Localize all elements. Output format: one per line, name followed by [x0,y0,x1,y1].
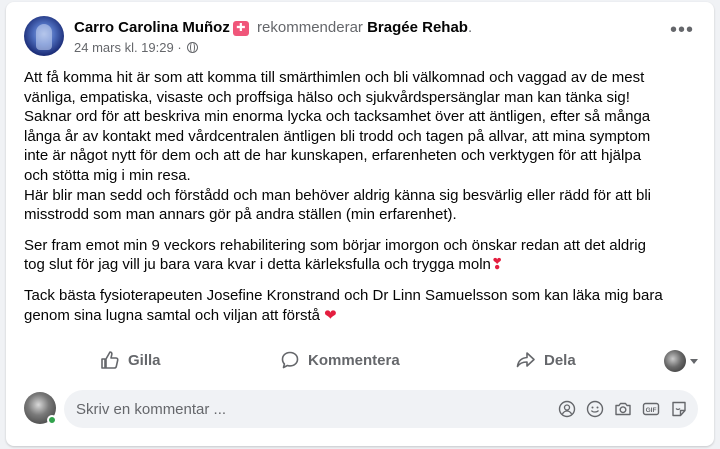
chevron-down-icon [690,358,698,364]
recommends-text: rekommenderar [257,19,363,36]
comment-composer: GIF [24,390,698,430]
sticker-icon[interactable] [670,400,688,418]
composer-tools: GIF [558,400,688,418]
emoji-icon[interactable] [586,400,604,418]
text-line: Att få komma hit är som att komma till s… [24,69,645,86]
text-line: tog slut för jag vill ju bara vara kvar … [24,256,491,274]
text-line: Ser fram emot min 9 veckors rehabiliteri… [24,236,646,254]
post-timestamp[interactable]: 24 mars kl. 19:29 · [74,40,182,55]
profile-avatar [664,350,686,372]
heart-exclamation-emoji: ❣ [490,256,504,274]
red-heart-emoji: ❤ [324,306,337,324]
author-name[interactable]: Carro Carolina Muñoz [74,19,230,36]
action-bar: Gilla Kommentera Dela [24,342,698,378]
text-line: genom sina lugna samtal och viljan att f… [24,306,325,324]
comment-button[interactable]: Kommentera [280,342,400,378]
text-line: inte är något nytt för dem och att de ha… [24,147,642,165]
text-line: vänliga, empatiska, visaste och proffsig… [24,88,630,106]
post-paragraph-1: Att få komma hit är som att komma till s… [24,68,700,225]
post-meta: 24 mars kl. 19:29 · [74,40,199,55]
post-paragraph-3: Tack bästa fysioterapeuten Josefine Kron… [24,286,700,325]
globe-icon [187,41,199,53]
recommend-badge-icon: ✚ [232,21,249,36]
text-line: misstrodd som man annars gör på andra st… [24,206,457,224]
like-label: Gilla [128,351,161,369]
text-line: Tack bästa fysioterapeuten Josefine Kron… [24,286,663,304]
like-button[interactable]: Gilla [100,342,161,378]
profile-switcher[interactable] [664,350,698,372]
post-header: Carro Carolina Muñoz ✚ rekommenderar Brag… [24,16,698,60]
share-arrow-icon [516,352,535,368]
online-status-indicator [47,415,57,425]
thumbs-up-icon [101,351,119,369]
text-line: Här blir man sedd och förstådd och man b… [24,186,651,204]
comment-bubble-icon [281,351,299,369]
post-body: Att få komma hit är som att komma till s… [24,68,700,336]
text-line: och stötta mig i min resa. [24,166,191,184]
comment-label: Kommentera [308,351,400,369]
more-options-button[interactable]: ••• [666,20,698,48]
share-button[interactable]: Dela [516,342,576,378]
author-avatar[interactable] [24,16,64,56]
svg-text:GIF: GIF [646,407,657,414]
gif-icon[interactable]: GIF [642,400,660,418]
camera-icon[interactable] [614,400,632,418]
text-line: långa år av kontakt med vårdcentralen än… [24,127,651,145]
avatar-sticker-icon[interactable] [558,400,576,418]
post-card: Carro Carolina Muñoz ✚ rekommenderar Brag… [6,2,714,446]
share-label: Dela [544,351,576,369]
post-title-line: Carro Carolina Muñoz ✚ rekommenderar Brag… [74,19,473,36]
page-name-link[interactable]: Bragée Rehab [367,19,468,36]
text-line: Saknar ord för att beskriva min enorma l… [24,108,651,126]
post-paragraph-2: Ser fram emot min 9 veckors rehabiliteri… [24,236,700,275]
